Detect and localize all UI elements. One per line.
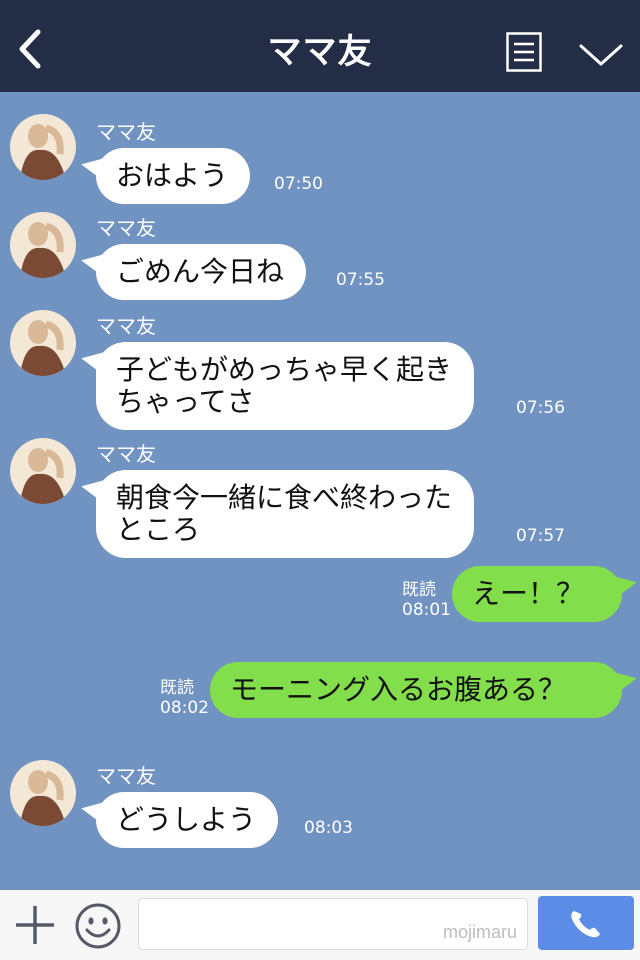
message-bubble[interactable]: ごめん今日ね	[96, 244, 307, 300]
read-receipt: 既読 08:01	[402, 580, 451, 620]
message-text: ごめん今日ね	[116, 255, 285, 288]
message-bubble[interactable]: おはよう	[96, 148, 251, 204]
message-bubble[interactable]: モーニング入るお腹ある？	[210, 662, 622, 718]
input-bar: mojimaru	[0, 890, 640, 960]
chevron-down-icon[interactable]	[578, 40, 624, 68]
sender-name: ママ友	[96, 120, 156, 144]
message-bubble[interactable]: えー！？	[452, 566, 622, 622]
read-label: 既読	[402, 580, 436, 600]
avatar[interactable]	[10, 114, 76, 180]
read-label: 既読	[160, 678, 194, 698]
message-time: 08:02	[160, 698, 209, 718]
message-input[interactable]: mojimaru	[138, 898, 528, 950]
list-icon[interactable]	[506, 32, 542, 72]
message-bubble[interactable]: どうしよう	[96, 792, 279, 848]
message-time: 07:55	[336, 270, 385, 290]
message-time: 08:03	[304, 818, 353, 838]
message-bubble[interactable]: 子どもがめっちゃ早く起き ちゃってさ	[96, 342, 475, 430]
chat-header: ママ友	[0, 0, 640, 92]
message-text: えー！？	[472, 577, 585, 610]
sender-name: ママ友	[96, 216, 156, 240]
message-time: 07:57	[516, 526, 565, 546]
watermark-text: mojimaru	[442, 922, 517, 942]
message-text: どうしよう	[116, 803, 257, 836]
sender-name: ママ友	[96, 314, 156, 338]
plus-icon[interactable]	[14, 904, 56, 946]
message-text-line: ところ	[116, 513, 201, 546]
message-text-line: 朝食今一緒に食べ終わった	[116, 481, 453, 514]
avatar[interactable]	[10, 760, 76, 826]
phone-icon	[571, 911, 600, 938]
message-time: 07:50	[274, 174, 323, 194]
read-receipt: 既読 08:02	[160, 678, 209, 718]
chat-title: ママ友	[267, 32, 373, 72]
message-time: 07:56	[516, 398, 565, 418]
avatar[interactable]	[10, 438, 76, 504]
avatar[interactable]	[10, 310, 76, 376]
message-text-line: 子どもがめっちゃ早く起き	[116, 353, 453, 386]
message-text: おはよう	[116, 159, 229, 192]
message-bubble[interactable]: 朝食今一緒に食べ終わった ところ	[96, 470, 475, 558]
call-button[interactable]	[538, 896, 634, 950]
message-text: モーニング入るお腹ある？	[230, 673, 567, 706]
message-list: ママ友 おはよう 07:50 ママ友 ごめん今日ね 07:55 ママ友 子どもが…	[0, 92, 640, 890]
sender-name: ママ友	[96, 764, 156, 788]
sender-name: ママ友	[96, 442, 156, 466]
message-time: 08:01	[402, 600, 451, 620]
avatar[interactable]	[10, 212, 76, 278]
smile-icon[interactable]	[74, 902, 122, 950]
message-text-line: ちゃってさ	[116, 385, 255, 418]
